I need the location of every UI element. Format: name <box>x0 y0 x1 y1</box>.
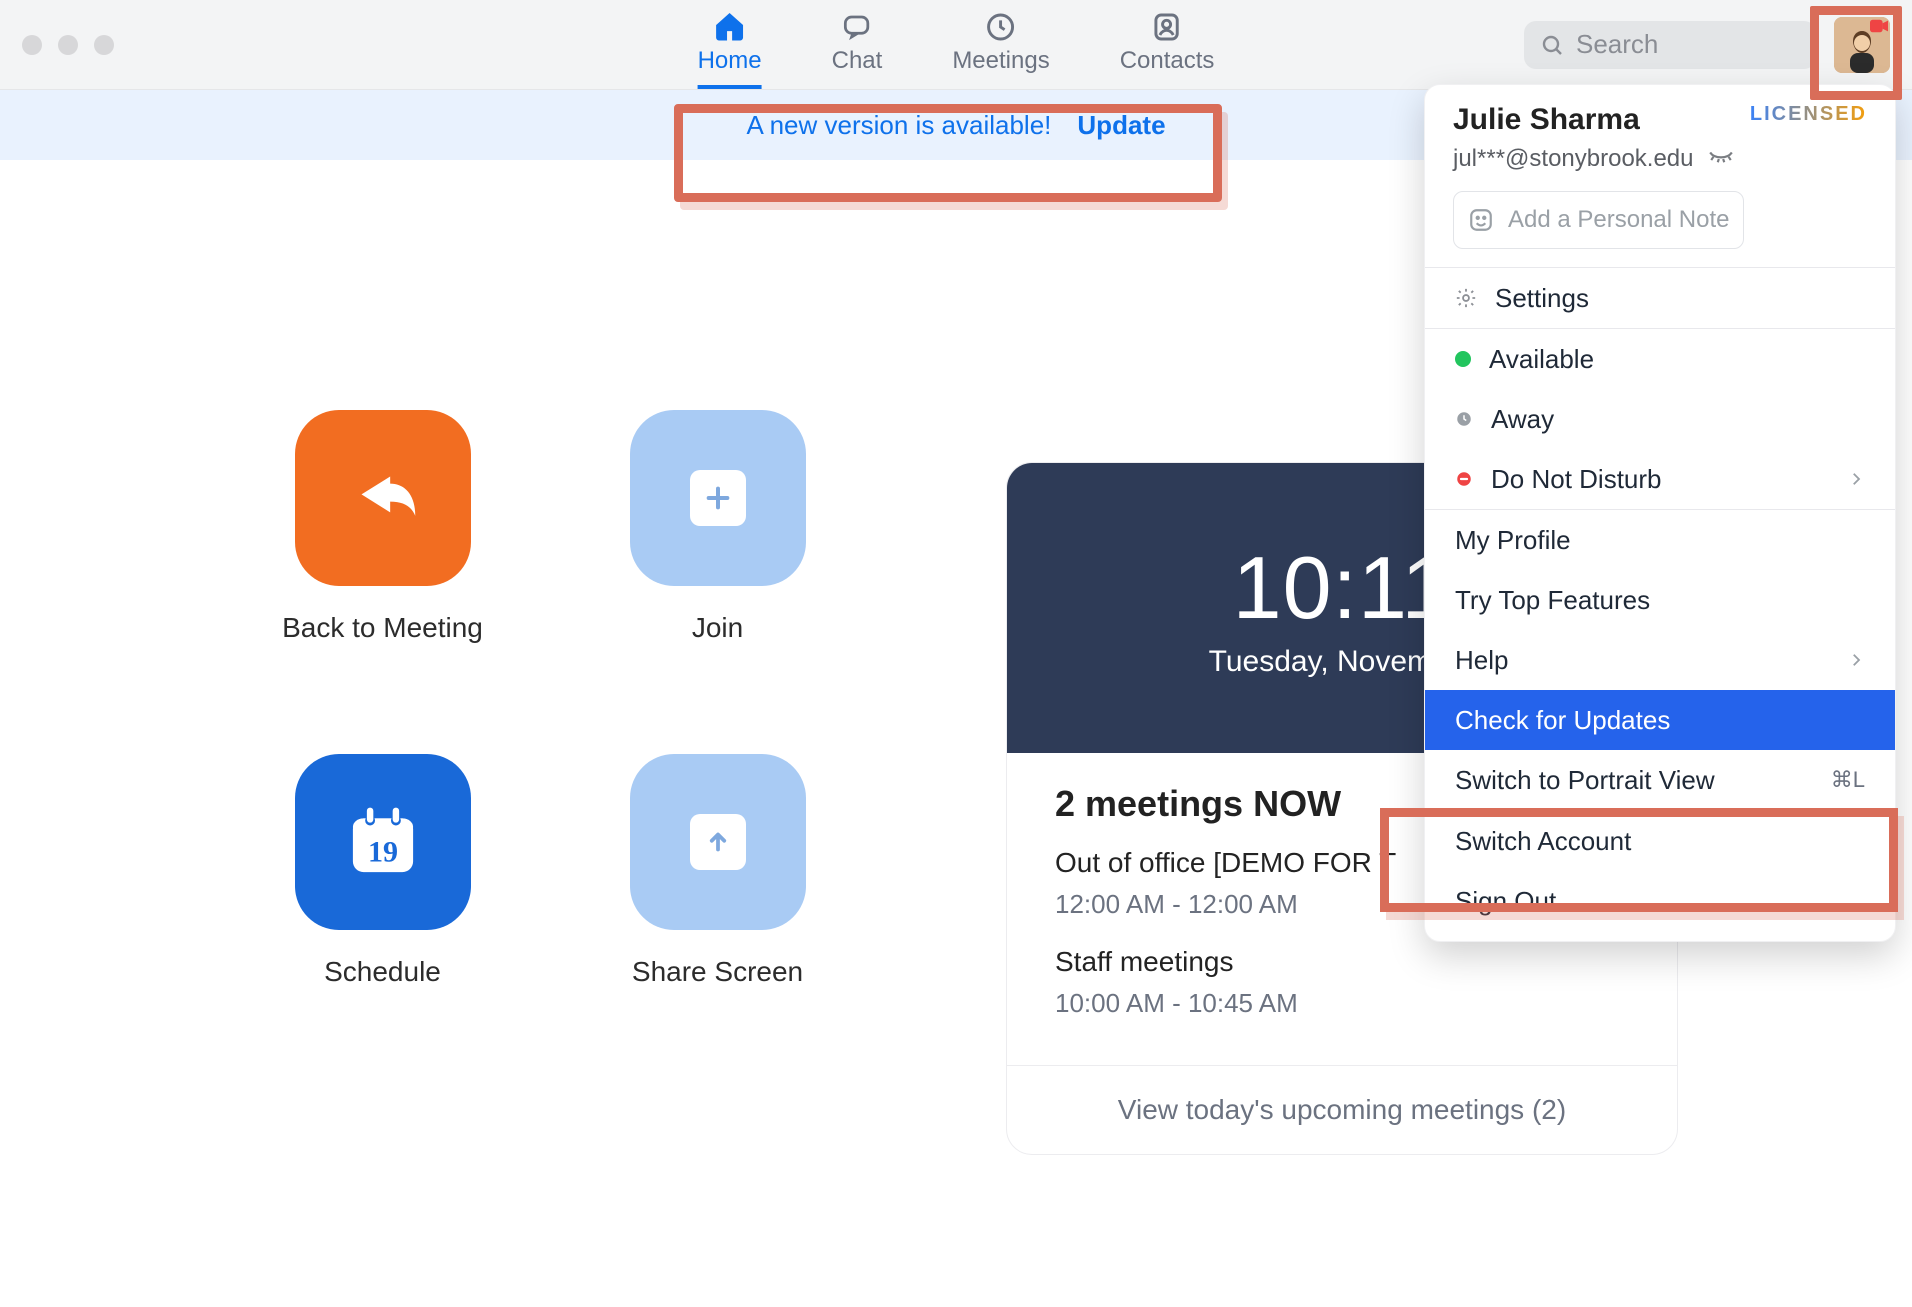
home-actions-grid: Back to Meeting Join 19 <box>0 160 960 988</box>
main-tabs: Home Chat Meetings Contacts <box>698 0 1215 89</box>
status-available[interactable]: Available <box>1425 329 1895 389</box>
action-label: Schedule <box>324 956 441 988</box>
action-schedule[interactable]: 19 Schedule <box>295 754 471 988</box>
action-label: Share Screen <box>632 956 803 988</box>
contacts-icon <box>1151 11 1183 43</box>
profile-menu: Julie Sharma jul***@stonybrook.edu Add a… <box>1424 84 1896 942</box>
window-controls <box>22 35 114 55</box>
view-upcoming-link[interactable]: View today's upcoming meetings (2) <box>1007 1065 1677 1154</box>
meeting-row[interactable]: Staff meetings 10:00 AM - 10:45 AM <box>1055 946 1637 1019</box>
app-header: Home Chat Meetings Contacts Search <box>0 0 1912 90</box>
home-icon <box>714 11 746 43</box>
upload-arrow-icon <box>703 827 733 857</box>
menu-check-updates[interactable]: Check for Updates <box>1425 690 1895 750</box>
menu-switch-account[interactable]: Switch Account <box>1425 811 1895 871</box>
menu-try-top-features[interactable]: Try Top Features <box>1425 570 1895 630</box>
meeting-time: 10:00 AM - 10:45 AM <box>1055 988 1637 1019</box>
profile-avatar-button[interactable] <box>1834 17 1890 73</box>
smiley-icon <box>1468 207 1494 233</box>
traffic-zoom[interactable] <box>94 35 114 55</box>
schedule-tile: 19 <box>295 754 471 930</box>
tab-home[interactable]: Home <box>698 0 762 89</box>
calendar-icon: 19 <box>340 799 426 885</box>
menu-sign-out[interactable]: Sign Out <box>1425 871 1895 941</box>
clock-icon <box>985 11 1017 43</box>
chevron-right-icon <box>1847 470 1865 488</box>
profile-header: Julie Sharma jul***@stonybrook.edu Add a… <box>1425 85 1895 267</box>
svg-text:19: 19 <box>367 834 397 868</box>
menu-portrait-view[interactable]: Switch to Portrait View ⌘L <box>1425 750 1895 810</box>
update-link[interactable]: Update <box>1077 110 1165 141</box>
action-share-screen[interactable]: Share Screen <box>630 754 806 988</box>
meeting-title: Staff meetings <box>1055 946 1637 978</box>
header-right: Search <box>1524 17 1890 73</box>
action-back-to-meeting[interactable]: Back to Meeting <box>282 410 483 644</box>
profile-email: jul***@stonybrook.edu <box>1453 145 1744 173</box>
action-label: Back to Meeting <box>282 612 483 644</box>
recording-status-icon <box>1870 19 1888 33</box>
status-away-icon <box>1455 410 1473 428</box>
tab-chat[interactable]: Chat <box>832 0 883 89</box>
note-placeholder: Add a Personal Note <box>1508 206 1729 234</box>
search-placeholder: Search <box>1576 29 1658 60</box>
share-screen-tile <box>630 754 806 930</box>
status-dnd[interactable]: Do Not Disturb <box>1425 449 1895 509</box>
tab-contacts[interactable]: Contacts <box>1120 0 1215 89</box>
traffic-minimize[interactable] <box>58 35 78 55</box>
shortcut-label: ⌘L <box>1831 767 1865 793</box>
status-dot-available-icon <box>1455 351 1471 367</box>
personal-note-input[interactable]: Add a Personal Note <box>1453 191 1744 249</box>
tab-label: Meetings <box>952 47 1049 75</box>
plus-icon <box>702 482 734 514</box>
join-tile <box>630 410 806 586</box>
status-away[interactable]: Away <box>1425 389 1895 449</box>
chevron-right-icon <box>1847 651 1865 669</box>
tab-label: Chat <box>832 47 883 75</box>
menu-settings[interactable]: Settings <box>1425 268 1895 328</box>
action-join[interactable]: Join <box>630 410 806 644</box>
profile-name: Julie Sharma <box>1453 103 1744 137</box>
back-to-meeting-tile <box>295 410 471 586</box>
traffic-close[interactable] <box>22 35 42 55</box>
search-icon <box>1540 33 1564 57</box>
banner-message: A new version is available! <box>746 110 1051 141</box>
action-label: Join <box>692 612 743 644</box>
menu-my-profile[interactable]: My Profile <box>1425 510 1895 570</box>
gear-icon <box>1455 287 1477 309</box>
status-dnd-icon <box>1455 470 1473 488</box>
reply-arrow-icon <box>340 455 426 541</box>
tab-label: Contacts <box>1120 47 1215 75</box>
tab-meetings[interactable]: Meetings <box>952 0 1049 89</box>
chat-icon <box>841 11 873 43</box>
current-time: 10:11 <box>1233 537 1452 639</box>
search-input[interactable]: Search <box>1524 21 1816 69</box>
menu-help[interactable]: Help <box>1425 630 1895 690</box>
tab-label: Home <box>698 47 762 75</box>
eye-hidden-icon[interactable] <box>1708 150 1734 168</box>
license-badge: LICENSED <box>1750 103 1867 126</box>
